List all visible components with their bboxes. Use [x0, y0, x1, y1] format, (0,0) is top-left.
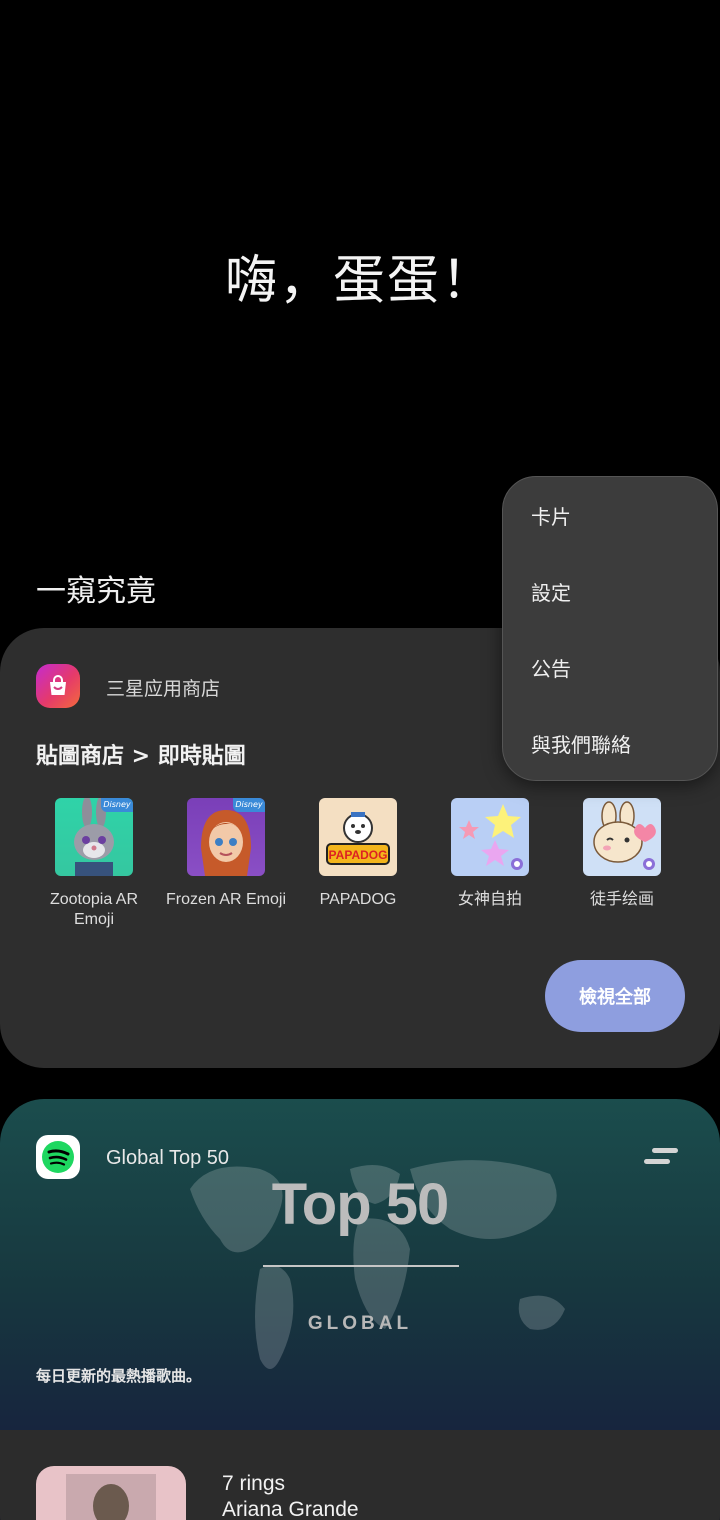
app-item-zootopia[interactable]: Disney Zootopia AR Emoji — [28, 798, 160, 930]
store-name: 三星应用商店 — [106, 678, 221, 700]
track-title: 7 rings — [222, 1472, 286, 1495]
app-label: Zootopia AR Emoji — [49, 891, 139, 928]
section-title: 一窺究竟 — [36, 574, 156, 609]
album-art — [36, 1466, 186, 1520]
cover-divider — [263, 1265, 459, 1267]
stars-icon — [451, 798, 529, 876]
overflow-menu: 卡片 設定 公告 與我們聯絡 — [502, 476, 718, 781]
track-artist: Ariana Grande — [222, 1498, 359, 1520]
app-item-goddess-selfie[interactable]: 女神自拍 — [424, 798, 556, 930]
menu-item-contact-us[interactable]: 與我們聯絡 — [503, 705, 717, 781]
app-list: Disney Zootopia AR Emoji Disney Frozen A… — [28, 798, 692, 930]
bunny-icon — [583, 798, 661, 876]
track-row[interactable]: 7 rings Ariana Grande — [0, 1430, 720, 1520]
playlist-name: Global Top 50 — [106, 1147, 230, 1169]
screen: 嗨，蛋蛋！ 一窺究竟 三星应用商店 貼圖商店 > 即時貼圖 Disney Zoo… — [0, 0, 720, 1520]
shopping-bag-icon — [36, 664, 80, 708]
papadog-logo-text: PAPADOG — [329, 848, 388, 862]
papadog-icon: PAPADOG — [319, 798, 397, 876]
menu-item-announcements[interactable]: 公告 — [503, 629, 717, 705]
menu-item-cards[interactable]: 卡片 — [503, 477, 717, 553]
app-item-papadog[interactable]: PAPADOG PAPADOG — [292, 798, 424, 930]
app-item-frozen[interactable]: Disney Frozen AR Emoji — [160, 798, 292, 930]
store-breadcrumb[interactable]: 貼圖商店 > 即時貼圖 — [36, 738, 246, 770]
app-label: Frozen AR Emoji — [165, 891, 287, 908]
zootopia-rabbit-icon: Disney — [55, 798, 133, 876]
disney-badge: Disney — [101, 798, 133, 812]
menu-item-settings[interactable]: 設定 — [503, 553, 717, 629]
app-label: 徒手绘画 — [589, 891, 654, 908]
playlist-description: 每日更新的最熱播歌曲。 — [36, 1367, 202, 1385]
app-item-freehand-drawing[interactable]: 徒手绘画 — [556, 798, 688, 930]
cover-title: Top 50 — [271, 1172, 450, 1237]
view-all-button[interactable]: 檢視全部 — [545, 960, 685, 1032]
menu-icon[interactable] — [644, 1147, 680, 1167]
disney-badge: Disney — [233, 798, 265, 812]
frozen-anna-icon: Disney — [187, 798, 265, 876]
greeting-text: 嗨，蛋蛋！ — [224, 251, 495, 311]
app-label: PAPADOG — [319, 891, 397, 908]
app-label: 女神自拍 — [457, 891, 522, 908]
cover-subtitle: GLOBAL — [307, 1313, 413, 1334]
spotify-card[interactable]: Global Top 50 Top 50 GLOBAL 每日更新的最熱播歌曲。 … — [0, 1099, 720, 1520]
